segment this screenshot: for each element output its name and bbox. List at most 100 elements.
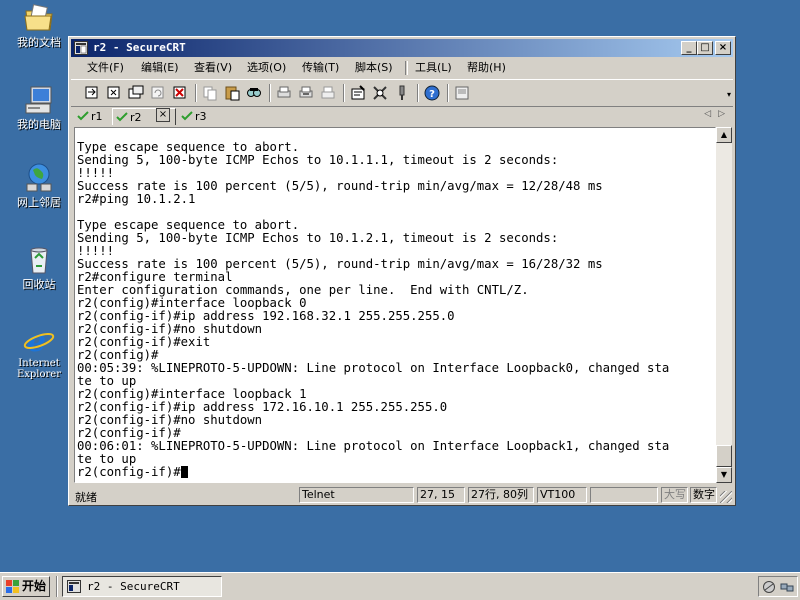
toolbar-separator: [417, 84, 419, 102]
scroll-down-button[interactable]: ▼: [716, 467, 732, 483]
terminal-line: 00:05:39: %LINEPROTO-5-UPDOWN: Line prot…: [77, 361, 670, 375]
terminal-line: r2(config-if)#no shutdown: [77, 322, 263, 336]
terminal-line: te to up: [77, 374, 137, 388]
session-tabs: r1 r2 × r3 ◁ ▷: [71, 106, 733, 126]
folder-documents-icon: [23, 2, 55, 34]
connected-check-icon: [77, 111, 89, 121]
tab-label: r1: [91, 110, 103, 123]
terminal-scrollbar[interactable]: ▲ ▼: [716, 127, 732, 483]
desktop-icon-network[interactable]: 网上邻居: [4, 162, 74, 209]
connect-in-tab-icon[interactable]: [127, 84, 145, 102]
menu-help[interactable]: 帮助(H): [467, 61, 506, 75]
terminal-output[interactable]: Type escape sequence to abort. Sending 5…: [74, 127, 716, 483]
tab-label: r3: [195, 110, 207, 123]
window-title: r2 - SecureCRT: [93, 41, 186, 54]
paste-icon[interactable]: [223, 84, 241, 102]
menu-tools[interactable]: 工具(L): [415, 61, 452, 75]
terminal-line: r2(config)#interface loopback 1: [77, 387, 307, 401]
quick-connect-icon[interactable]: [105, 84, 123, 102]
toolbar-separator: [447, 84, 449, 102]
recycle-bin-icon: [23, 244, 55, 276]
terminal-line: Type escape sequence to abort.: [77, 218, 300, 232]
desktop-icon-label: 我的文档: [17, 36, 61, 49]
tab-scroll-left-icon[interactable]: ◁: [704, 109, 711, 119]
network-icon: [23, 162, 55, 194]
minimize-button[interactable]: _: [681, 41, 697, 55]
tab-r1[interactable]: r1: [77, 108, 103, 125]
reconnect-icon[interactable]: [149, 84, 167, 102]
title-bar[interactable]: r2 - SecureCRT _ □ ×: [71, 39, 733, 57]
tab-scroll-right-icon[interactable]: ▷: [718, 109, 725, 119]
status-caps-lock: 大写: [661, 487, 688, 503]
menu-options[interactable]: 选项(O): [247, 61, 286, 75]
disconnect-icon[interactable]: [171, 84, 189, 102]
menu-view[interactable]: 查看(V): [194, 61, 232, 75]
print-screen-icon[interactable]: [275, 84, 293, 102]
print-icon[interactable]: [319, 84, 337, 102]
tray-connection-icon[interactable]: [780, 580, 794, 594]
terminal-cursor: [180, 466, 188, 478]
tab-close-button[interactable]: ×: [156, 108, 170, 122]
status-emulation: VT100: [537, 487, 587, 503]
terminal-line: 00:06:01: %LINEPROTO-5-UPDOWN: Line prot…: [77, 439, 670, 453]
terminal-line: !!!!!: [77, 244, 115, 258]
windows-flag-icon: [6, 580, 19, 593]
maximize-button[interactable]: □: [697, 41, 713, 55]
find-icon[interactable]: [245, 84, 263, 102]
terminal-line: Success rate is 100 percent (5/5), round…: [77, 179, 603, 193]
close-button[interactable]: ×: [715, 41, 731, 55]
copy-icon[interactable]: [201, 84, 219, 102]
menu-file[interactable]: 文件(F): [87, 61, 124, 75]
tray-network-icon[interactable]: [762, 580, 776, 594]
menu-script[interactable]: 脚本(S): [355, 61, 393, 75]
session-options-icon[interactable]: [349, 84, 367, 102]
desktop-icon-recycle-bin[interactable]: 回收站: [4, 244, 74, 291]
terminal-line: Sending 5, 100-byte ICMP Echos to 10.1.1…: [77, 153, 559, 167]
help-icon[interactable]: ?: [423, 84, 441, 102]
status-blank: [590, 487, 658, 503]
computer-icon: [23, 84, 55, 116]
terminal-line: r2#ping 10.1.2.1: [77, 192, 196, 206]
terminal-line: r2(config-if)#ip address 192.168.32.1 25…: [77, 309, 455, 323]
start-button[interactable]: 开始: [2, 576, 50, 597]
connected-check-icon: [181, 111, 193, 121]
menu-transfer[interactable]: 传输(T): [302, 61, 339, 75]
system-tray: [758, 576, 798, 597]
svg-text:?: ?: [429, 89, 435, 100]
desktop-icon-internet-explorer[interactable]: e Internet Explorer: [4, 324, 74, 380]
scroll-up-button[interactable]: ▲: [716, 127, 732, 143]
tab-label: r2: [130, 111, 142, 124]
terminal-line: te to up: [77, 452, 137, 466]
securecrt-app-icon[interactable]: [74, 41, 88, 55]
menu-edit[interactable]: 编辑(E): [141, 61, 179, 75]
resize-grip[interactable]: [720, 491, 732, 503]
desktop-icon-label: 回收站: [22, 278, 56, 291]
terminal-line: !!!!!: [77, 166, 115, 180]
status-bar: 就绪 Telnet 27, 15 27行, 80列 VT100 大写 数字: [71, 486, 733, 504]
taskbar-securecrt-button[interactable]: r2 - SecureCRT: [62, 576, 222, 597]
terminal-text: Type escape sequence to abort. Sending 5…: [77, 141, 669, 479]
toolbar-overflow-icon[interactable]: ▾: [727, 90, 731, 99]
toolbar: ? ▾: [71, 79, 733, 107]
tab-r3[interactable]: r3: [181, 108, 207, 125]
start-label: 开始: [22, 579, 47, 593]
print-selection-icon[interactable]: [297, 84, 315, 102]
status-cursor-position: 27, 15: [417, 487, 465, 503]
desktop-icon-my-computer[interactable]: 我的电脑: [4, 84, 74, 131]
keymap-icon[interactable]: [393, 84, 411, 102]
desktop-icon-label: Explorer: [16, 369, 62, 380]
scroll-thumb[interactable]: [716, 445, 732, 467]
terminal-line: r2(config)#interface loopback 0: [77, 296, 307, 310]
global-options-icon[interactable]: [371, 84, 389, 102]
log-icon[interactable]: [453, 84, 471, 102]
connect-icon[interactable]: [83, 84, 101, 102]
desktop-icon-my-documents[interactable]: 我的文档: [4, 2, 74, 49]
terminal-line: Enter configuration commands, one per li…: [77, 283, 529, 297]
desktop-icon-label: Internet: [18, 358, 60, 369]
menu-separator: [405, 61, 408, 75]
connected-check-icon: [116, 112, 128, 122]
taskbar: 开始 r2 - SecureCRT: [0, 572, 800, 600]
status-ready: 就绪: [75, 491, 97, 504]
terminal-line: Success rate is 100 percent (5/5), round…: [77, 257, 603, 271]
desktop-icon-label: 网上邻居: [17, 196, 61, 209]
